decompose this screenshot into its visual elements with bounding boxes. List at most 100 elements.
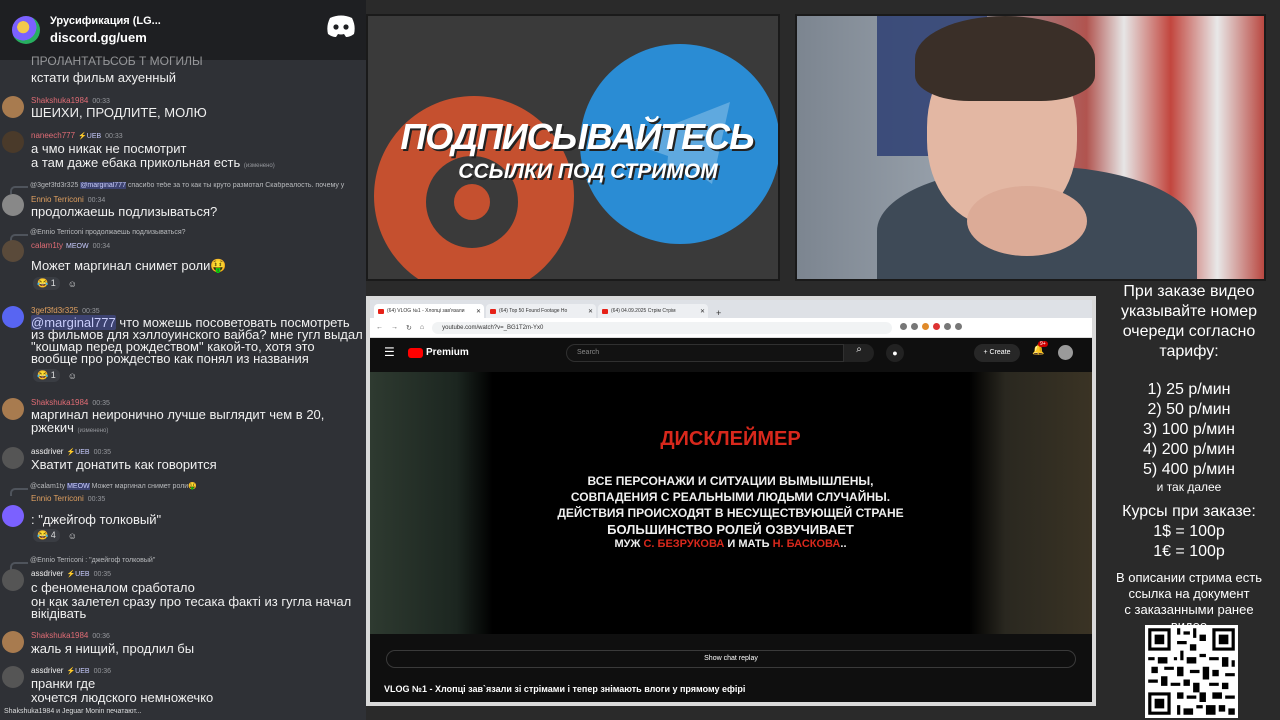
add-reaction-icon[interactable]: ☺: [68, 371, 77, 381]
reaction[interactable]: 😂 4: [33, 529, 60, 542]
close-tab-icon[interactable]: ✕: [476, 308, 481, 315]
reply-preview[interactable]: @Ennio Terriconi продолжаешь подлизывать…: [30, 229, 186, 236]
avatar[interactable]: [2, 569, 24, 591]
chat-header: Урусификация (LG... discord.gg/uem: [0, 0, 366, 60]
message-text: жаль я нищий, продлил бы: [31, 641, 195, 656]
discord-chat-panel: Урусификация (LG... discord.gg/uem ПРОЛА…: [0, 0, 366, 720]
info-etc: и так далее: [1156, 480, 1222, 494]
username[interactable]: assdriver: [31, 666, 63, 675]
reply-preview[interactable]: @3gef3fd3r325 @marginal777 спасибо тебе …: [30, 182, 366, 189]
role-badge: ⚡UEB: [66, 668, 90, 675]
back-icon[interactable]: ←: [376, 324, 383, 331]
reload-icon[interactable]: ↻: [406, 324, 412, 332]
avatar[interactable]: [2, 306, 24, 328]
timestamp: 00:36: [92, 633, 110, 640]
youtube-favicon-icon: [378, 308, 384, 314]
timestamp: 00:36: [93, 668, 112, 675]
promo-subtitle: ССЫЛКИ ПОД СТРИМОМ: [458, 160, 718, 183]
avatar[interactable]: [2, 131, 24, 153]
disclaimer-line: МУЖ С. БЕЗРУКОВА И МАТЬ Н. БАСКОВА..: [614, 538, 847, 550]
youtube-logo-icon[interactable]: [408, 348, 423, 358]
server-name: Урусификация (LG...: [50, 15, 161, 27]
tariff-item: 3) 100 р/мин: [1143, 421, 1235, 438]
microphone-icon[interactable]: ●: [886, 344, 904, 362]
tariff-item: 5) 400 р/мин: [1143, 461, 1235, 478]
video-title: VLOG №1 - Хлопці зав`язали зі стрімами і…: [384, 684, 746, 694]
browser-tab[interactable]: (64) VLOG №1 - Хлопці зав'язали ✕: [374, 304, 484, 318]
youtube-premium-label[interactable]: Premium: [426, 347, 469, 358]
username[interactable]: Ennio Terriconi: [31, 195, 84, 204]
username[interactable]: calam1ty: [31, 241, 63, 250]
qr-code[interactable]: [1145, 625, 1238, 718]
username[interactable]: assdriver: [31, 569, 63, 578]
url-field[interactable]: youtube.com/watch?v=_BG1T2m-Yx0: [432, 321, 893, 334]
add-reaction-icon[interactable]: ☺: [68, 531, 77, 541]
reply-connector: [10, 186, 28, 194]
search-icon[interactable]: ⌕: [844, 344, 874, 362]
reply-preview[interactable]: @Ennio Terriconi : "джейгоф толковый": [30, 557, 155, 564]
username[interactable]: Ennio Terriconi: [31, 494, 84, 503]
home-icon[interactable]: ⌂: [420, 324, 424, 331]
avatar[interactable]: [2, 194, 24, 216]
address-bar: ← → ↻ ⌂ youtube.com/watch?v=_BG1T2m-Yx0: [370, 318, 1092, 338]
username[interactable]: assdriver: [31, 447, 63, 456]
username[interactable]: 3gef3fd3r325: [31, 306, 78, 315]
video-player[interactable]: ДИСКЛЕЙМЕР ВСЕ ПЕРСОНАЖИ И СИТУАЦИИ ВЫМЫ…: [499, 372, 962, 634]
info-text: тарифу:: [1159, 343, 1219, 360]
message-text: вообще про рождество как понял из назван…: [31, 351, 309, 366]
timestamp: 00:34: [87, 197, 106, 204]
timestamp: 00:35: [93, 449, 112, 456]
username[interactable]: Shakshuka1984: [31, 631, 88, 640]
timestamp: 00:35: [92, 400, 110, 407]
message-text: ржекич (изменено): [31, 420, 109, 435]
reactions: 😂 1 ☺: [33, 277, 77, 290]
reaction[interactable]: 😂 1: [33, 369, 60, 382]
avatar[interactable]: [2, 240, 24, 262]
timestamp: 00:35: [87, 496, 106, 503]
forward-icon[interactable]: →: [391, 324, 398, 331]
username[interactable]: Shakshuka1984: [31, 96, 88, 105]
info-footer: с заказанными ранее: [1124, 602, 1254, 617]
timestamp: 00:33: [92, 98, 110, 105]
new-tab-button[interactable]: +: [710, 308, 727, 318]
menu-icon[interactable]: ☰: [384, 345, 395, 359]
disclaimer-line: СОВПАДЕНИЯ С РЕАЛЬНЫМИ ЛЮДЬМИ СЛУЧАЙНЫ.: [570, 490, 891, 504]
create-button[interactable]: + Create: [974, 344, 1020, 362]
avatar[interactable]: [2, 666, 24, 688]
search-input[interactable]: Search: [566, 344, 844, 362]
browser-tab[interactable]: (64) 04.09.2025 Стрім Стрім ✕: [598, 304, 708, 318]
username[interactable]: Shakshuka1984: [31, 398, 88, 407]
message-text: а чмо никак не посмотрит: [31, 141, 187, 156]
account-avatar[interactable]: [1058, 345, 1073, 360]
message-text: с феноменалом сработало: [31, 580, 195, 595]
avatar[interactable]: [2, 447, 24, 469]
extension-icon: [900, 323, 908, 330]
reaction[interactable]: 😂 1: [33, 277, 60, 290]
reply-connector: [10, 488, 28, 496]
close-tab-icon[interactable]: ✕: [588, 308, 593, 315]
message-text: а там даже ебака прикольная есть (измене…: [31, 155, 275, 170]
stream-layout: Урусификация (LG... discord.gg/uem ПРОЛА…: [0, 0, 1280, 720]
role-badge: MEOW: [66, 243, 89, 250]
extension-icon: [933, 323, 941, 330]
avatar[interactable]: [2, 398, 24, 420]
browser-window: (64) VLOG №1 - Хлопці зав'язали ✕ (64) To…: [366, 296, 1096, 706]
avatar[interactable]: [2, 631, 24, 653]
add-reaction-icon[interactable]: ☺: [68, 279, 77, 289]
message-text: : "джейгоф толковый": [31, 512, 162, 527]
username[interactable]: naneech777: [31, 131, 75, 140]
timestamp: 00:34: [92, 243, 111, 250]
show-chat-replay-button[interactable]: Show chat replay: [386, 650, 1076, 668]
server-invite-link[interactable]: discord.gg/uem: [50, 30, 161, 45]
server-icon[interactable]: [12, 16, 40, 44]
info-footer: ссылка на документ: [1128, 586, 1250, 601]
close-tab-icon[interactable]: ✕: [700, 308, 705, 315]
browser-tab[interactable]: (64) Top 50 Found Footage Ho ✕: [486, 304, 596, 318]
reply-preview[interactable]: @calam1ty MEOW Может маргинал снимет рол…: [30, 482, 197, 490]
avatar[interactable]: [2, 96, 24, 118]
promo-banner: ПОДПИСЫВАЙТЕСЬ ССЫЛКИ ПОД СТРИМОМ: [366, 14, 780, 281]
message-text: продолжаешь подлизываться?: [31, 204, 218, 219]
youtube-favicon-icon: [602, 308, 608, 314]
message-text: хочется людского немножечко: [31, 690, 214, 705]
avatar[interactable]: [2, 505, 24, 527]
